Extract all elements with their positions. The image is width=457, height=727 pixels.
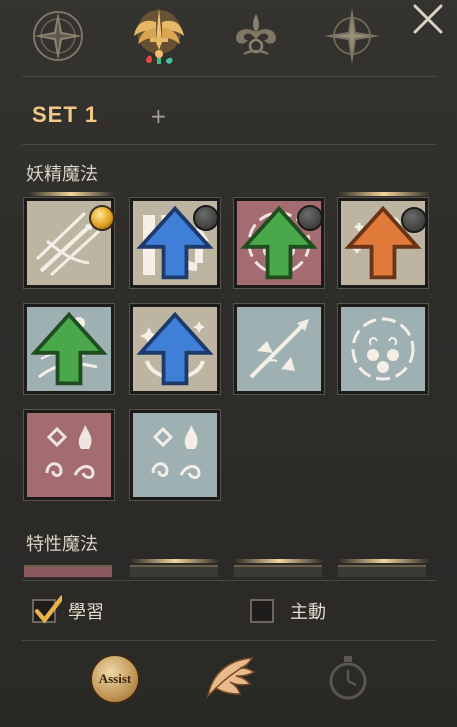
learn-option[interactable]: 學習 <box>32 595 104 626</box>
learn-checkbox[interactable] <box>32 595 62 624</box>
skill-slot-1[interactable] <box>23 197 115 289</box>
section-title-fairy-magic: 妖精魔法 <box>26 164 98 185</box>
skill-slot-7[interactable] <box>233 303 325 395</box>
equipped-indicator <box>338 192 430 196</box>
divider <box>22 76 436 77</box>
assist-label: Assist <box>98 671 132 686</box>
learn-label: 學習 <box>68 602 104 623</box>
elemental-flames-icon <box>151 425 201 479</box>
active-label: 主動 <box>290 602 326 623</box>
green-up-arrow-icon <box>240 205 318 280</box>
checkmark-icon <box>34 595 62 624</box>
add-set-button[interactable]: + <box>150 104 167 128</box>
blue-up-arrow-icon <box>136 311 214 386</box>
divider <box>22 640 436 641</box>
assist-icon[interactable]: Assist <box>90 654 140 704</box>
skill-slot-6[interactable] <box>129 303 221 395</box>
skill-slot-2[interactable] <box>129 197 221 289</box>
fleur-ornament-icon[interactable] <box>226 6 286 66</box>
stopwatch-icon[interactable] <box>326 654 370 702</box>
skill-slot-4[interactable] <box>337 197 429 289</box>
blue-up-arrow-icon <box>136 205 214 280</box>
active-option[interactable]: 主動 <box>250 596 326 626</box>
close-icon[interactable] <box>411 2 445 36</box>
skill-slot-8[interactable] <box>337 303 429 395</box>
water-orbs-icon <box>351 317 415 381</box>
divider <box>22 580 436 581</box>
section-title-trait-magic: 特性魔法 <box>26 534 98 555</box>
equipped-indicator <box>234 559 324 563</box>
skill-slot-10[interactable] <box>129 409 221 501</box>
skill-slot-5[interactable] <box>23 303 115 395</box>
trait-skill-slot[interactable] <box>338 565 426 577</box>
compass-rose-icon[interactable] <box>322 6 382 66</box>
spear-strike-icon <box>249 319 309 379</box>
green-up-arrow-icon <box>30 311 108 386</box>
trait-skill-slot[interactable] <box>130 565 218 577</box>
winged-sword-icon[interactable] <box>126 2 192 70</box>
equipped-indicator <box>28 192 114 196</box>
equipped-indicator <box>130 559 220 563</box>
top-tab-bar <box>0 0 457 78</box>
trait-skill-slot[interactable] <box>234 565 322 577</box>
wing-icon[interactable] <box>202 652 258 704</box>
divider <box>22 144 436 145</box>
active-checkbox[interactable] <box>250 599 274 623</box>
skill-slot-9[interactable] <box>23 409 115 501</box>
elemental-flames-icon <box>45 425 95 479</box>
skill-panel: SET 1 + 妖精魔法 特性魔法 學習 主動 Assist <box>0 0 457 727</box>
equipped-indicator <box>338 559 430 563</box>
gold-badge-icon <box>89 205 115 231</box>
compass-star-icon[interactable] <box>28 6 88 66</box>
skill-slot-3[interactable] <box>233 197 325 289</box>
orange-up-arrow-icon <box>344 205 422 280</box>
set-title[interactable]: SET 1 <box>32 102 98 128</box>
trait-skill-slot[interactable] <box>24 565 112 577</box>
